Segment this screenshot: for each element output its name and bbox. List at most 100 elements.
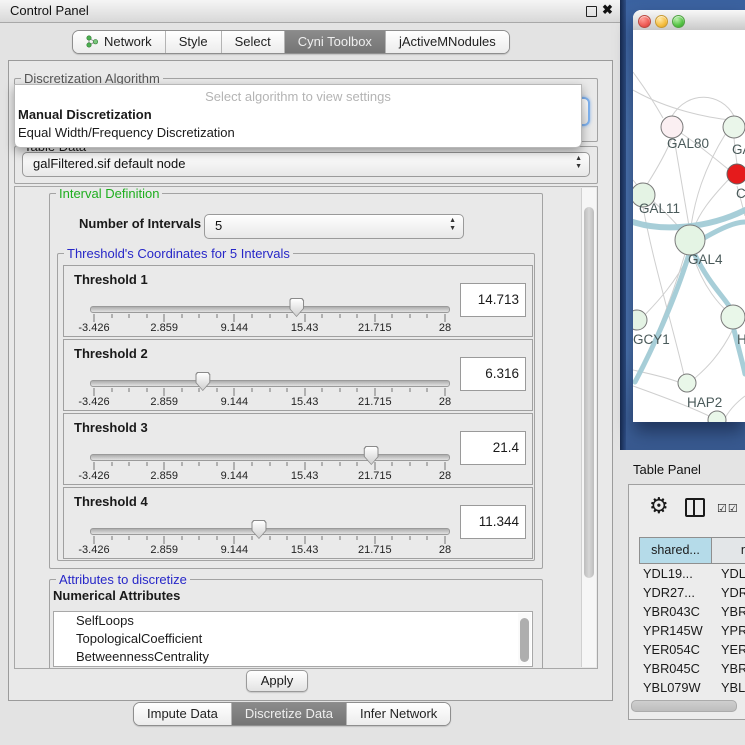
list-item[interactable]: TopologicalCoefficient bbox=[54, 630, 532, 648]
table-row[interactable]: YBL079WYBL079W bbox=[639, 678, 745, 697]
tab-network-label: Network bbox=[104, 34, 152, 49]
node-green-top[interactable] bbox=[723, 116, 745, 138]
node-gcy1[interactable] bbox=[633, 310, 647, 330]
threshold-3-value-field[interactable]: 21.4 bbox=[460, 431, 526, 465]
scale-tick-label: -3.426 bbox=[78, 396, 109, 408]
scale-tick-label: -3.426 bbox=[78, 544, 109, 556]
node-bottom[interactable] bbox=[708, 411, 726, 422]
tab-select[interactable]: Select bbox=[221, 31, 284, 53]
numerical-attributes-list[interactable]: SelfLoops TopologicalCoefficient Between… bbox=[53, 611, 533, 667]
cell-name: YBR045C bbox=[715, 659, 745, 678]
scale-tick-label: 2.859 bbox=[150, 544, 178, 556]
scale-tick-label: -3.426 bbox=[78, 322, 109, 334]
scale-tick-label: 15.43 bbox=[291, 544, 319, 556]
settings-scrollbar[interactable] bbox=[581, 188, 596, 667]
node-gal4[interactable] bbox=[675, 225, 705, 255]
table-row[interactable]: YER054CYER054C bbox=[639, 640, 745, 659]
scale-tick-label: 9.144 bbox=[221, 322, 249, 334]
threshold-3-box: Threshold 3 -3.426 2.859 9.144 15.43 21.… bbox=[63, 413, 533, 485]
checkbox-icons[interactable]: ☑☑ bbox=[717, 502, 739, 515]
table-row[interactable]: YPR145WYPR145W bbox=[639, 621, 745, 640]
node-pink[interactable] bbox=[661, 116, 683, 138]
tab-infer-network[interactable]: Infer Network bbox=[346, 703, 450, 725]
panel-title: Control Panel bbox=[10, 3, 89, 18]
tab-cyni-toolbox[interactable]: Cyni Toolbox bbox=[284, 31, 385, 53]
threshold-2-scale: -3.426 2.859 9.144 15.43 21.715 28 bbox=[94, 396, 445, 408]
scale-tick-label: 21.715 bbox=[358, 470, 392, 482]
gear-icon[interactable]: ⚙ bbox=[649, 493, 669, 519]
network-icon bbox=[86, 35, 99, 48]
scale-tick-label: 2.859 bbox=[150, 322, 178, 334]
column-header-name[interactable]: name bbox=[712, 538, 745, 563]
node-label-hap2: HAP2 bbox=[687, 395, 722, 410]
table-row[interactable]: YBR043CYBR043C bbox=[639, 602, 745, 621]
settings-scroll-area: Interval Definition Number of Intervals … bbox=[14, 186, 598, 669]
close-traffic-light[interactable] bbox=[638, 15, 651, 28]
node-label-gcy1: GCY1 bbox=[633, 332, 670, 347]
tab-jactivemnodules-label: jActiveMNodules bbox=[399, 34, 496, 49]
column-header-shared-name[interactable]: shared... bbox=[640, 538, 712, 563]
node-hap2[interactable] bbox=[678, 374, 696, 392]
tab-discretize-data[interactable]: Discretize Data bbox=[231, 703, 346, 725]
close-icon[interactable]: ✖ bbox=[602, 2, 613, 18]
settings-scrollbar-thumb[interactable] bbox=[584, 207, 594, 578]
node-label-c-cut: C bbox=[736, 186, 745, 201]
number-of-intervals-combobox[interactable]: 5 ▲▼ bbox=[204, 214, 464, 239]
scale-tick-label: 28 bbox=[439, 396, 451, 408]
scale-tick-label: 15.43 bbox=[291, 470, 319, 482]
minimize-traffic-light[interactable] bbox=[655, 15, 668, 28]
table-rows: YDL19...YDL19... YDR27...YDR27... YBR043… bbox=[639, 564, 745, 700]
tab-style-label: Style bbox=[179, 34, 208, 49]
combo-arrows-icon: ▲▼ bbox=[449, 217, 456, 233]
threshold-3-slider-thumb[interactable] bbox=[364, 446, 379, 465]
scale-tick-label: 28 bbox=[439, 322, 451, 334]
node-red-selected[interactable] bbox=[727, 164, 745, 184]
cell-name: YDL19... bbox=[715, 564, 745, 583]
scale-tick-label: 28 bbox=[439, 544, 451, 556]
split-columns-icon[interactable] bbox=[685, 498, 705, 517]
tab-style[interactable]: Style bbox=[165, 31, 221, 53]
threshold-4-slider-thumb[interactable] bbox=[251, 520, 266, 539]
zoom-traffic-light[interactable] bbox=[672, 15, 685, 28]
node-label-h: H bbox=[737, 332, 745, 347]
table-row[interactable]: YBR045CYBR045C bbox=[639, 659, 745, 678]
scale-tick-label: 9.144 bbox=[221, 470, 249, 482]
list-item[interactable]: SelfLoops bbox=[54, 612, 532, 630]
attributes-group-label: Attributes to discretize bbox=[56, 572, 190, 587]
algorithm-option-equal-width[interactable]: Equal Width/Frequency Discretization bbox=[18, 125, 235, 140]
list-item[interactable]: BetweennessCentrality bbox=[54, 648, 532, 666]
table-row[interactable]: YDR27...YDR27... bbox=[639, 583, 745, 602]
node-label-gal80: GAL80 bbox=[667, 136, 709, 151]
scale-tick-label: 15.43 bbox=[291, 322, 319, 334]
threshold-2-slider-thumb[interactable] bbox=[195, 372, 210, 391]
node-h[interactable] bbox=[721, 305, 745, 329]
float-window-icon[interactable] bbox=[586, 6, 597, 17]
cell-shared: YDR27... bbox=[639, 583, 715, 602]
h-scrollbar-thumb[interactable] bbox=[631, 700, 737, 712]
table-horizontal-scrollbar[interactable] bbox=[631, 700, 735, 710]
tab-impute-data[interactable]: Impute Data bbox=[134, 703, 231, 725]
threshold-2-value-field[interactable]: 6.316 bbox=[460, 357, 526, 391]
table-panel-area: Table Panel ⚙ ☑☑ shared... name YDL19...… bbox=[620, 450, 745, 745]
screen: Control Panel ✖ Network Style Select Cyn… bbox=[0, 0, 745, 745]
tab-cyni-toolbox-label: Cyni Toolbox bbox=[298, 34, 372, 49]
list-scrollbar[interactable] bbox=[518, 613, 531, 665]
table-data-combobox[interactable]: galFiltered.sif default node ▲▼ bbox=[22, 152, 590, 177]
network-canvas[interactable]: GAL80 GA C GAL11 GAL4 GCY1 H HAP2 bbox=[633, 30, 745, 422]
cell-shared: YER054C bbox=[639, 640, 715, 659]
threshold-4-value-field[interactable]: 11.344 bbox=[460, 505, 526, 539]
threshold-4-box: Threshold 4 -3.426 2.859 9.144 21.715 15… bbox=[63, 487, 533, 559]
apply-button[interactable]: Apply bbox=[246, 670, 308, 692]
tab-infer-network-label: Infer Network bbox=[360, 706, 437, 721]
threshold-1-value-field[interactable]: 14.713 bbox=[460, 283, 526, 317]
cell-shared: YDL19... bbox=[639, 564, 715, 583]
algorithm-option-manual[interactable]: Manual Discretization bbox=[18, 107, 152, 122]
threshold-3-scale: -3.426 2.859 9.144 15.43 21.715 28 bbox=[94, 470, 445, 482]
tab-network[interactable]: Network bbox=[73, 31, 165, 53]
tab-jactivemnodules[interactable]: jActiveMNodules bbox=[385, 31, 509, 53]
cell-name: YDR27... bbox=[715, 583, 745, 602]
threshold-1-slider-thumb[interactable] bbox=[289, 298, 304, 317]
top-tab-bar: Network Style Select Cyni Toolbox jActiv… bbox=[72, 30, 510, 54]
network-view-window[interactable]: GAL80 GA C GAL11 GAL4 GCY1 H HAP2 bbox=[633, 10, 745, 422]
table-row[interactable]: YDL19...YDL19... bbox=[639, 564, 745, 583]
